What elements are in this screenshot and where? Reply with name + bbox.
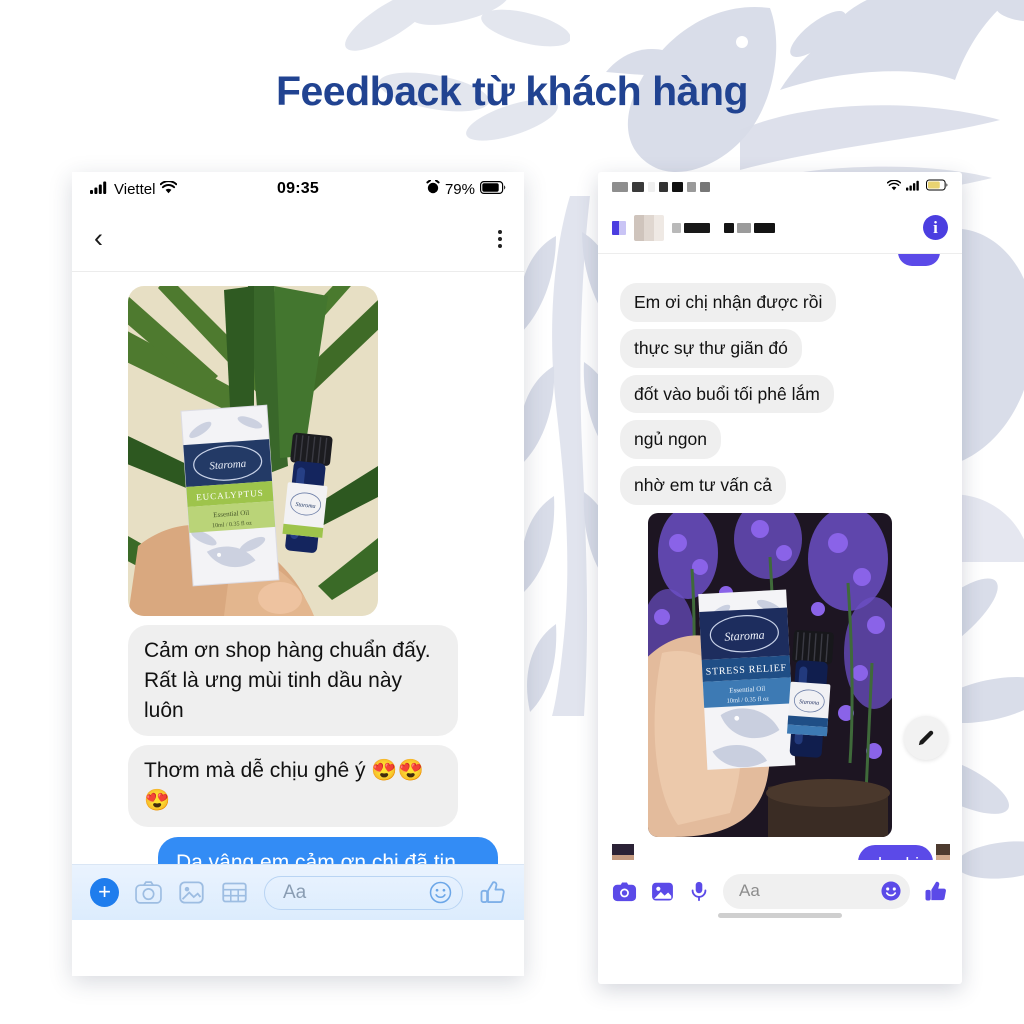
right-composer-bar: Aa (598, 860, 962, 922)
message-row: thực sự thư giãn đó (598, 328, 962, 368)
image-icon[interactable] (650, 879, 675, 904)
message-input-placeholder: Aa (283, 881, 307, 903)
camera-icon[interactable] (135, 879, 162, 906)
image-icon[interactable] (178, 879, 205, 906)
info-icon[interactable]: i (923, 215, 948, 240)
thumbs-up-icon[interactable] (479, 879, 506, 906)
message-row: đốt vào buổi tối phê lắm (598, 374, 962, 414)
wifi-icon (886, 178, 902, 196)
add-attachment-button[interactable]: + (90, 878, 119, 907)
smiley-icon[interactable] (429, 881, 452, 904)
message-bubble-incoming[interactable]: nhờ em tư vấn cả (620, 466, 786, 505)
message-bubble-incoming[interactable]: Em ơi chị nhận được rồi (620, 283, 837, 322)
home-indicator (718, 913, 842, 918)
blurred-avatar[interactable] (634, 214, 664, 241)
battery-low-icon (926, 178, 948, 196)
message-input[interactable]: Aa (723, 873, 910, 909)
right-message-thread: Em ơi chị nhận được rồi thực sự thư giãn… (598, 254, 962, 922)
edit-fab-button[interactable] (904, 716, 948, 760)
message-bubble-incoming[interactable]: đốt vào buổi tối phê lắm (620, 374, 834, 414)
page-title: Feedback từ khách hàng (275, 68, 749, 114)
grid-icon[interactable] (221, 879, 248, 906)
blurred-back-icon[interactable] (612, 220, 626, 235)
message-bubble-incoming[interactable]: Thơm mà dễ chịu ghê ý 😍😍😍 (128, 745, 458, 828)
alarm-clock-icon (426, 179, 440, 198)
message-bubble-incoming[interactable]: thực sự thư giãn đó (620, 328, 802, 368)
smiley-icon[interactable] (880, 880, 902, 902)
message-bubble-incoming[interactable]: ngủ ngon (620, 420, 721, 459)
battery-icon (480, 180, 506, 198)
battery-percent-label: 79% (444, 180, 475, 198)
message-input-placeholder: Aa (739, 881, 760, 900)
cellular-bars-icon (906, 178, 921, 196)
camera-icon[interactable] (612, 879, 637, 904)
message-row: nhờ em tư vấn cả (598, 466, 962, 505)
message-input[interactable]: Aa (264, 875, 463, 910)
svg-text:Staroma: Staroma (724, 627, 765, 643)
left-composer-bar: + Aa (72, 864, 524, 920)
message-row: Thơm mà dễ chịu ghê ý 😍😍😍 (72, 745, 524, 828)
kebab-menu-icon[interactable] (498, 229, 502, 248)
right-phone-screenshot: i Em ơi chị nhận được rồi thực sự thư gi… (598, 172, 962, 984)
pencil-icon (918, 730, 934, 746)
message-row: Em ơi chị nhận được rồi (598, 283, 962, 322)
right-nav-bar: i (598, 202, 962, 254)
back-button[interactable]: ‹ (94, 225, 103, 252)
microphone-icon[interactable] (688, 880, 710, 902)
left-photo-attachment[interactable]: Staroma EUCALYPTUS Essential Oil 10ml / … (128, 286, 378, 616)
left-phone-screenshot: Viettel 09:35 79% ‹ Staroma EUCALYPTUS E… (72, 172, 524, 976)
left-status-bar: Viettel 09:35 79% (72, 172, 524, 206)
left-message-thread: Staroma EUCALYPTUS Essential Oil 10ml / … (72, 272, 524, 920)
blurred-contact-name (672, 222, 775, 233)
left-nav-bar: ‹ (72, 206, 524, 272)
right-photo-attachment[interactable]: Staroma STRESS RELIEF Essential Oil 10ml… (648, 512, 892, 837)
feedback-poster: Feedback từ khách hàng Viettel 09:35 79%… (0, 0, 1024, 1024)
message-row: Cảm ơn shop hàng chuẩn đấy. Rất là ưng m… (72, 625, 524, 737)
message-bubble-incoming[interactable]: Cảm ơn shop hàng chuẩn đấy. Rất là ưng m… (128, 625, 458, 737)
blurred-status-text (612, 182, 710, 192)
thumbs-up-icon[interactable] (923, 879, 948, 904)
message-row: ngủ ngon (598, 420, 962, 459)
right-status-bar (598, 172, 962, 202)
